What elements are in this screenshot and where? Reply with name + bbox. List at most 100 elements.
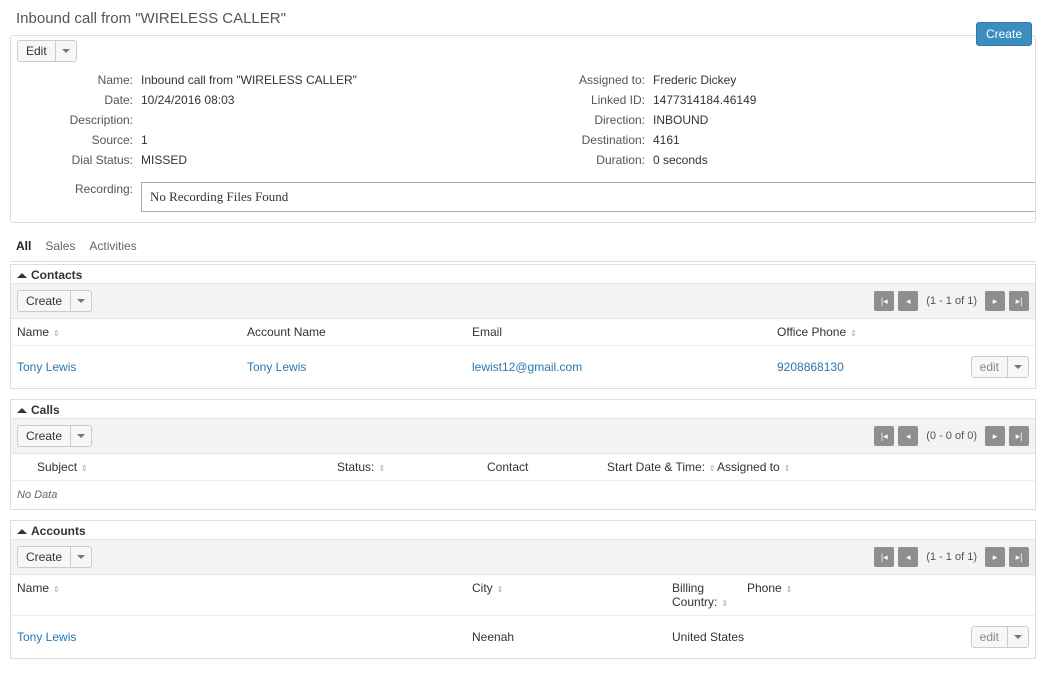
create-button[interactable]: Create — [976, 22, 1032, 46]
pager-next-button[interactable]: ▸ — [985, 291, 1005, 311]
table-row: Tony Lewis Tony Lewis lewist12@gmail.com… — [11, 346, 1035, 388]
value-assigned-to: Frederic Dickey — [653, 73, 736, 87]
pager-next-button[interactable]: ▸ — [985, 547, 1005, 567]
col-status[interactable]: Status:⇕ — [337, 460, 487, 474]
contacts-create-caret[interactable] — [70, 291, 91, 311]
label-description: Description: — [11, 113, 141, 127]
pager-count: (1 - 1 of 1) — [922, 295, 981, 307]
account-name-link[interactable]: Tony Lewis — [17, 630, 472, 644]
panel-title-accounts: Accounts — [31, 524, 86, 538]
contact-phone-link[interactable]: 9208868130 — [777, 360, 971, 374]
page-title: Inbound call from "WIRELESS CALLER" — [16, 10, 1036, 27]
edit-button-label[interactable]: Edit — [18, 41, 55, 61]
col-email: Email — [472, 325, 777, 339]
pager-last-button[interactable]: ▸| — [1009, 547, 1029, 567]
accounts-create-label[interactable]: Create — [18, 547, 70, 567]
pager-next-button[interactable]: ▸ — [985, 426, 1005, 446]
pager-first-button[interactable]: |◂ — [874, 426, 894, 446]
panel-header-calls[interactable]: Calls — [11, 400, 1035, 418]
value-dial-status: MISSED — [141, 153, 187, 167]
caret-down-icon — [1014, 365, 1022, 369]
caret-down-icon — [1014, 635, 1022, 639]
pager-count: (1 - 1 of 1) — [922, 551, 981, 563]
col-name[interactable]: Name⇕ — [17, 325, 247, 339]
row-edit-caret[interactable] — [1007, 627, 1028, 647]
panel-header-accounts[interactable]: Accounts — [11, 521, 1035, 539]
caret-down-icon — [77, 299, 85, 303]
label-name: Name: — [11, 73, 141, 87]
chevron-up-icon — [17, 273, 27, 278]
tab-activities[interactable]: Activities — [89, 239, 136, 256]
row-edit-label[interactable]: edit — [972, 357, 1007, 377]
contact-name-link[interactable]: Tony Lewis — [17, 360, 247, 374]
col-contact: Contact — [487, 460, 607, 474]
edit-button-caret[interactable] — [55, 41, 76, 61]
calls-create-label[interactable]: Create — [18, 426, 70, 446]
label-assigned-to: Assigned to: — [523, 73, 653, 87]
record-detail-panel: Edit Name:Inbound call from "WIRELESS CA… — [10, 35, 1036, 223]
sort-icon: ⇕ — [53, 329, 60, 338]
tab-sales[interactable]: Sales — [45, 239, 75, 256]
contacts-create-label[interactable]: Create — [18, 291, 70, 311]
tab-all[interactable]: All — [16, 239, 31, 256]
chevron-up-icon — [17, 408, 27, 413]
col-billing-country[interactable]: Billing Country:⇕ — [672, 581, 747, 609]
pager-prev-button[interactable]: ◂ — [898, 547, 918, 567]
recording-box: No Recording Files Found — [141, 182, 1035, 212]
contact-email-link[interactable]: lewist12@gmail.com — [472, 360, 777, 374]
sort-icon: ⇕ — [53, 585, 60, 594]
col-office-phone[interactable]: Office Phone⇕ — [777, 325, 979, 339]
row-edit-button[interactable]: edit — [971, 626, 1029, 648]
no-data-message: No Data — [11, 481, 1035, 509]
accounts-create-caret[interactable] — [70, 547, 91, 567]
label-direction: Direction: — [523, 113, 653, 127]
calls-create-button[interactable]: Create — [17, 425, 92, 447]
sort-icon: ⇕ — [786, 585, 793, 594]
sort-icon: ⇕ — [497, 585, 504, 594]
value-date: 10/24/2016 08:03 — [141, 93, 234, 107]
sort-icon: ⇕ — [81, 464, 88, 473]
edit-button[interactable]: Edit — [17, 40, 77, 62]
row-edit-button[interactable]: edit — [971, 356, 1029, 378]
label-recording: Recording: — [11, 182, 141, 196]
pager-first-button[interactable]: |◂ — [874, 547, 894, 567]
pager-first-button[interactable]: |◂ — [874, 291, 894, 311]
label-source: Source: — [11, 133, 141, 147]
caret-down-icon — [62, 49, 70, 53]
value-direction: INBOUND — [653, 113, 708, 127]
pager-prev-button[interactable]: ◂ — [898, 426, 918, 446]
sort-icon: ⇕ — [784, 464, 791, 473]
value-name: Inbound call from "WIRELESS CALLER" — [141, 73, 357, 87]
contacts-create-button[interactable]: Create — [17, 290, 92, 312]
label-date: Date: — [11, 93, 141, 107]
tabs: All Sales Activities — [10, 233, 1036, 262]
value-duration: 0 seconds — [653, 153, 708, 167]
row-edit-label[interactable]: edit — [972, 627, 1007, 647]
panel-contacts: Contacts Create |◂ ◂ (1 - 1 of 1) ▸ ▸| N… — [10, 264, 1036, 389]
pager-last-button[interactable]: ▸| — [1009, 426, 1029, 446]
col-phone[interactable]: Phone⇕ — [747, 581, 979, 609]
col-assigned-to[interactable]: Assigned to⇕ — [717, 460, 1029, 474]
chevron-up-icon — [17, 529, 27, 534]
contact-account-link[interactable]: Tony Lewis — [247, 360, 472, 374]
sort-icon: ⇕ — [721, 599, 728, 608]
col-city[interactable]: City⇕ — [472, 581, 672, 609]
table-row: Tony Lewis Neenah United States edit — [11, 616, 1035, 658]
row-edit-caret[interactable] — [1007, 357, 1028, 377]
panel-header-contacts[interactable]: Contacts — [11, 265, 1035, 283]
calls-pager: |◂ ◂ (0 - 0 of 0) ▸ ▸| — [874, 426, 1029, 446]
accounts-pager: |◂ ◂ (1 - 1 of 1) ▸ ▸| — [874, 547, 1029, 567]
value-destination: 4161 — [653, 133, 680, 147]
label-linked-id: Linked ID: — [523, 93, 653, 107]
col-subject[interactable]: Subject⇕ — [37, 460, 337, 474]
col-name[interactable]: Name⇕ — [17, 581, 472, 609]
value-linked-id: 1477314184.46149 — [653, 93, 756, 107]
calls-create-caret[interactable] — [70, 426, 91, 446]
col-start-date[interactable]: Start Date & Time:⇕ — [607, 460, 717, 474]
panel-title-contacts: Contacts — [31, 268, 82, 282]
accounts-create-button[interactable]: Create — [17, 546, 92, 568]
panel-calls: Calls Create |◂ ◂ (0 - 0 of 0) ▸ ▸| Subj… — [10, 399, 1036, 510]
pager-prev-button[interactable]: ◂ — [898, 291, 918, 311]
pager-last-button[interactable]: ▸| — [1009, 291, 1029, 311]
col-account: Account Name — [247, 325, 472, 339]
